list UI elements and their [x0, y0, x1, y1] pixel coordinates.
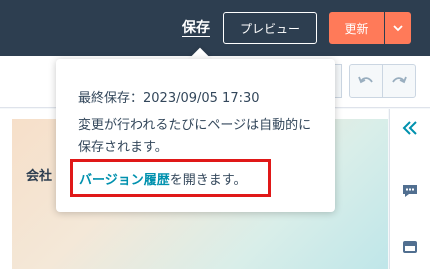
- comment-icon: [403, 185, 417, 197]
- collapse-sidebar-button[interactable]: [400, 118, 420, 138]
- save-link[interactable]: 保存: [182, 17, 210, 37]
- redo-icon: [392, 76, 407, 84]
- version-history-suffix: を開きます。: [169, 172, 247, 188]
- comments-button[interactable]: [400, 181, 420, 201]
- autosave-message: 変更が行われるたびにページは自動的に保存されます。: [78, 118, 312, 155]
- chevron-down-icon: [393, 24, 403, 31]
- hero-heading[interactable]: 会社: [26, 165, 52, 184]
- preview-button[interactable]: プレビュー: [223, 12, 317, 44]
- collapse-double-chevron-icon: [402, 121, 417, 135]
- last-saved-text: 最終保存：2023/09/05 17:30: [78, 91, 260, 106]
- update-options-button[interactable]: [385, 12, 411, 44]
- version-history-link[interactable]: バージョン履歴: [79, 169, 170, 188]
- redo-button[interactable]: [382, 64, 416, 98]
- update-button[interactable]: 更新: [329, 12, 384, 44]
- undo-button[interactable]: [349, 64, 383, 98]
- version-history-highlight: バージョン履歴 を開きます。: [70, 159, 271, 197]
- undo-icon: [358, 76, 373, 84]
- panel-button[interactable]: [400, 237, 420, 257]
- panel-icon: [403, 241, 417, 253]
